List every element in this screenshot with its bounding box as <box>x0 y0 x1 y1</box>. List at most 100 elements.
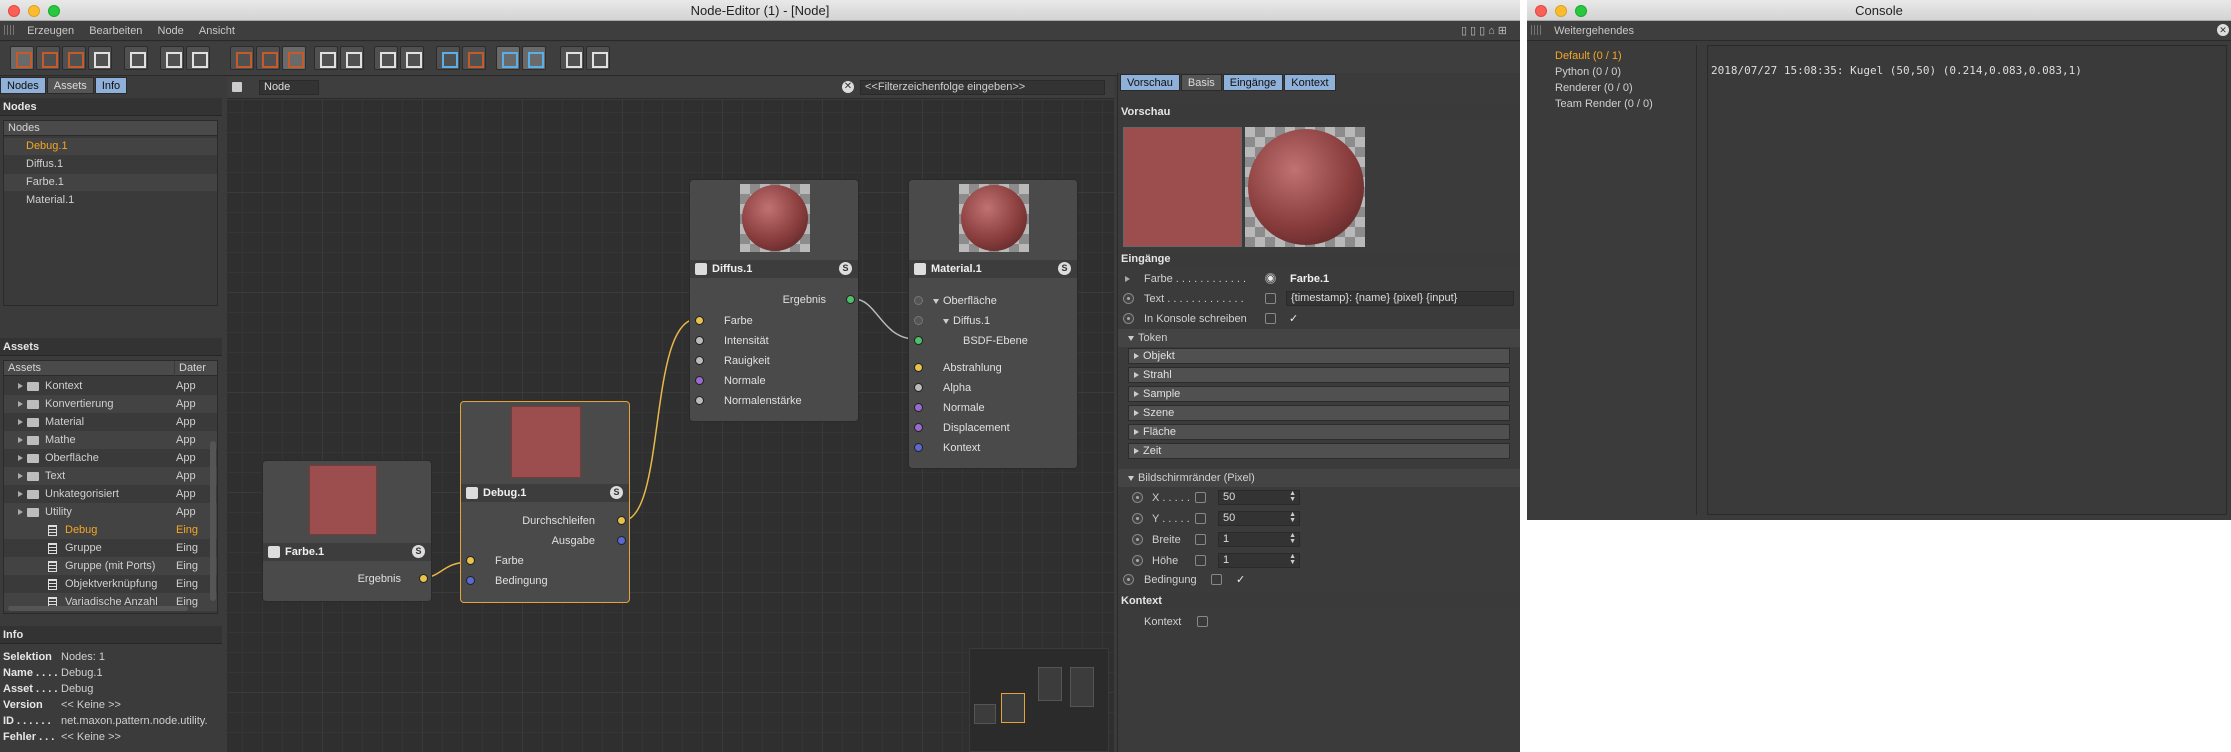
stepper-arrows-icon[interactable]: ▲ ▼ <box>1289 553 1296 566</box>
bedingung-checkmark[interactable]: ✓ <box>1236 571 1245 589</box>
farbe-value[interactable]: Farbe.1 <box>1290 270 1329 288</box>
text-field[interactable]: {timestamp}: {name} {pixel} {input} <box>1286 291 1514 306</box>
field-anim-radio[interactable] <box>1132 492 1143 503</box>
port-in-4[interactable] <box>695 396 704 405</box>
field-input[interactable]: 1 ▲ ▼ <box>1218 532 1300 547</box>
tab-kontext[interactable]: Kontext <box>1284 74 1336 91</box>
port-in-2[interactable] <box>695 356 704 365</box>
port-in-1[interactable] <box>695 336 704 345</box>
node-farbe[interactable]: Farbe.1 S Ergebnis <box>262 460 432 602</box>
bildschirm-group-header[interactable]: Bildschirmränder (Pixel) <box>1118 469 1520 487</box>
port-out-ergebnis[interactable] <box>846 295 855 304</box>
layout-rows3-icon[interactable] <box>282 46 306 70</box>
port-in-farbe[interactable] <box>466 556 475 565</box>
assets-hscrollbar[interactable] <box>8 606 188 611</box>
port-in-4[interactable] <box>914 443 923 452</box>
solo-badge-icon[interactable]: S <box>839 262 852 275</box>
text-anim-radio[interactable] <box>1123 293 1134 304</box>
play-step-icon[interactable] <box>340 46 364 70</box>
list-item[interactable]: Objektverknüpfung Eing <box>4 575 217 593</box>
field-anim-radio[interactable] <box>1132 555 1143 566</box>
remove-node-icon[interactable] <box>36 46 60 70</box>
list-item[interactable]: Debug.1 <box>4 138 217 155</box>
port-in-bsdf[interactable] <box>914 336 923 345</box>
kontext-checkbox[interactable] <box>1197 616 1208 627</box>
list-item[interactable]: Unkategorisiert App <box>4 485 217 503</box>
layout-rows-icon[interactable] <box>230 46 254 70</box>
play-icon[interactable] <box>314 46 338 70</box>
token-group-5[interactable]: Zeit <box>1128 443 1510 459</box>
channel-python[interactable]: Python (0 / 0) <box>1547 64 1696 80</box>
list-item[interactable]: Text App <box>4 467 217 485</box>
port-out-ausgabe[interactable] <box>617 536 626 545</box>
menu-bearbeiten[interactable]: Bearbeiten <box>83 21 148 41</box>
port-in-0[interactable] <box>914 363 923 372</box>
expand-triangle-icon[interactable] <box>1125 276 1130 282</box>
assets-scrollbar[interactable] <box>210 441 216 601</box>
import-icon[interactable] <box>124 46 148 70</box>
field-input[interactable]: 50 ▲ ▼ <box>1218 490 1300 505</box>
port-in-0[interactable] <box>695 316 704 325</box>
list-item[interactable]: Gruppe (mit Ports) Eing <box>4 557 217 575</box>
minus-node-icon[interactable] <box>62 46 86 70</box>
connect-icon[interactable] <box>560 46 584 70</box>
list-item[interactable]: Kontext App <box>4 377 217 395</box>
solo-icon[interactable] <box>436 46 460 70</box>
menu-node[interactable]: Node <box>152 21 190 41</box>
token-group-4[interactable]: Fläche <box>1128 424 1510 440</box>
expand-triangle-icon[interactable] <box>18 491 23 498</box>
debug-node-header[interactable]: Debug.1 S <box>461 484 629 502</box>
brush-icon[interactable] <box>522 46 546 70</box>
node-graph-canvas[interactable]: Farbe.1 S Ergebnis Debug.1 S Durchschleife… <box>227 100 1114 752</box>
field-link-checkbox[interactable] <box>1195 534 1206 545</box>
field-link-checkbox[interactable] <box>1195 513 1206 524</box>
list-item[interactable]: Diffus.1 <box>4 156 217 173</box>
canvas-minimap[interactable] <box>969 648 1109 752</box>
channel-renderer[interactable]: Renderer (0 / 0) <box>1547 80 1696 96</box>
tab-vorschau[interactable]: Vorschau <box>1120 74 1180 91</box>
clear-filter-icon[interactable]: ✕ <box>842 81 854 93</box>
frame-icon[interactable] <box>496 46 520 70</box>
tab-info[interactable]: Info <box>94 77 128 94</box>
console-output[interactable]: 2018/07/27 15:08:35: Kugel (50,50) (0.21… <box>1707 45 2227 515</box>
port-out-ergebnis[interactable] <box>419 574 428 583</box>
minimize-window-button[interactable] <box>1555 5 1567 17</box>
port-group-label[interactable]: Oberfläche <box>933 294 997 308</box>
zoom-window-button[interactable] <box>48 5 60 17</box>
close-window-button[interactable] <box>8 5 20 17</box>
close-window-button[interactable] <box>1535 5 1547 17</box>
node-debug[interactable]: Debug.1 S Durchschleifen Ausgabe Farbe Be… <box>460 401 630 603</box>
list-item[interactable]: Konvertierung App <box>4 395 217 413</box>
disconnect-icon[interactable] <box>586 46 610 70</box>
layout-rows2-icon[interactable] <box>256 46 280 70</box>
triangle-tool-icon[interactable] <box>88 46 112 70</box>
list-item[interactable]: Gruppe Eing <box>4 539 217 557</box>
diffus-node-header[interactable]: Diffus.1 S <box>690 260 858 278</box>
path-icon[interactable] <box>232 82 242 92</box>
port-subgroup-label[interactable]: Diffus.1 <box>943 314 990 328</box>
add-node-icon[interactable] <box>10 46 34 70</box>
tab-nodes[interactable]: Nodes <box>0 77 46 94</box>
list-item[interactable]: Material App <box>4 413 217 431</box>
tab-basis[interactable]: Basis <box>1180 74 1222 91</box>
port-in-oberflaeche[interactable] <box>914 296 923 305</box>
menu-weitergehendes[interactable]: Weitergehendes <box>1548 21 1640 41</box>
list-item[interactable]: Farbe.1 <box>4 174 217 191</box>
list-item[interactable]: Oberfläche App <box>4 449 217 467</box>
minimize-window-button[interactable] <box>28 5 40 17</box>
port-in-diffus[interactable] <box>914 316 923 325</box>
bedingung-anim-radio[interactable] <box>1123 574 1134 585</box>
field-link-checkbox[interactable] <box>1195 492 1206 503</box>
material-node-header[interactable]: Material.1 S <box>909 260 1077 278</box>
node-diffus[interactable]: Diffus.1 S Ergebnis Farbe Intensität Rauigk… <box>689 179 859 422</box>
menu-ansicht[interactable]: Ansicht <box>193 21 241 41</box>
solo-badge-icon[interactable]: S <box>1058 262 1071 275</box>
farbe-link-icon[interactable]: ◉ <box>1265 273 1276 284</box>
menu-erzeugen[interactable]: Erzeugen <box>21 21 80 41</box>
farbe-node-header[interactable]: Farbe.1 S <box>263 543 431 561</box>
channel-default[interactable]: Default (0 / 1) <box>1547 48 1696 64</box>
tab-assets[interactable]: Assets <box>46 77 94 94</box>
port-in-3[interactable] <box>695 376 704 385</box>
port-in-1[interactable] <box>914 383 923 392</box>
token-group-0[interactable]: Objekt <box>1128 348 1510 364</box>
